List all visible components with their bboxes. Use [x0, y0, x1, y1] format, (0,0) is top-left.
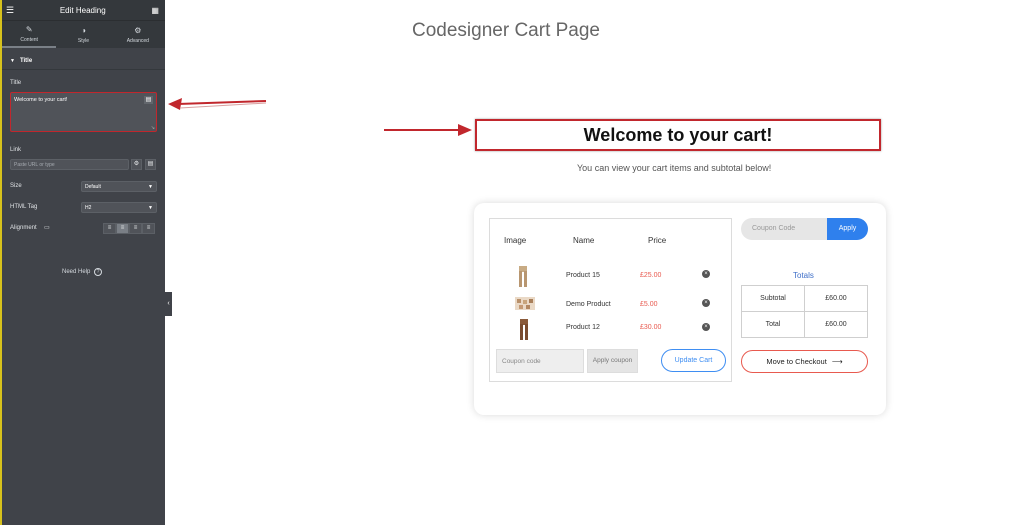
alignment-buttons: ≡ ≡ ≡ ≡ [103, 223, 155, 234]
annotation-arrow-right-icon [384, 124, 472, 136]
section-title-toggle[interactable]: ▼ Title [2, 52, 165, 70]
product-thumbnail[interactable] [516, 266, 530, 288]
tab-advanced[interactable]: ⚙ Advanced [111, 21, 165, 48]
html-tag-label: HTML Tag [10, 204, 38, 210]
product-price: £25.00 [640, 272, 662, 279]
coupon-code-input[interactable]: Coupon code [496, 349, 584, 373]
arrow-right-icon: ⟶ [831, 357, 843, 366]
product-thumbnail[interactable] [517, 319, 531, 341]
coupon-code-placeholder: Coupon code [502, 358, 541, 365]
editor-panel: ☰ Edit Heading ▦ ✎ Content ◑ Style ⚙ Adv… [0, 0, 165, 525]
cart-heading: Welcome to your cart! [583, 124, 773, 145]
tab-style[interactable]: ◑ Style [56, 21, 110, 48]
html-tag-select-value: H2 [85, 205, 92, 211]
subtotal-label: Subtotal [741, 285, 805, 312]
subtotal-value: £60.00 [804, 285, 868, 312]
half-circle-icon: ◑ [81, 25, 86, 35]
align-justify-icon[interactable]: ≡ [142, 223, 155, 234]
apply-button[interactable]: Apply [827, 218, 868, 240]
desktop-icon[interactable]: ▭ [44, 224, 50, 231]
screen: ☰ Edit Heading ▦ ✎ Content ◑ Style ⚙ Adv… [0, 0, 1024, 525]
section-title-label: Title [19, 57, 33, 64]
selected-heading-widget[interactable]: Welcome to your cart! [475, 119, 881, 151]
link-dynamic-tags-icon[interactable]: ▤ [145, 159, 156, 170]
alignment-label: Alignment [10, 225, 37, 231]
coupon-code-field-placeholder: Coupon Code [752, 225, 796, 232]
update-cart-button[interactable]: Update Cart [661, 349, 726, 372]
chevron-down-icon: ▼ [148, 184, 153, 190]
resize-handle-icon[interactable]: ↘ [151, 125, 155, 131]
panel-tabs: ✎ Content ◑ Style ⚙ Advanced [2, 20, 165, 48]
checkout-label: Move to Checkout [766, 357, 827, 366]
tab-style-label: Style [77, 37, 90, 44]
panel-header: ☰ Edit Heading ▦ [2, 0, 165, 20]
widgets-grid-icon[interactable]: ▦ [151, 6, 159, 15]
header-price: Price [648, 236, 667, 245]
help-circle-icon: ? [94, 268, 103, 276]
panel-title: Edit Heading [59, 5, 106, 15]
link-label: Link [10, 147, 22, 153]
link-input-placeholder: Paste URL or type [14, 162, 55, 168]
gear-icon: ⚙ [134, 25, 142, 35]
caret-down-icon: ▼ [10, 57, 15, 64]
collapse-panel-chevron-icon[interactable]: ‹ [165, 292, 172, 316]
link-options-gear-icon[interactable]: ⚙ [131, 159, 142, 170]
tab-advanced-label: Advanced [126, 37, 149, 44]
annotation-arrow-left-icon [168, 98, 267, 110]
product-price: £30.00 [640, 324, 662, 331]
product-name[interactable]: Product 12 [566, 324, 600, 331]
dynamic-tags-icon[interactable]: ▤ [144, 96, 153, 104]
tab-content-label: Content [20, 36, 38, 43]
totals-row: Total £60.00 [741, 311, 868, 338]
title-textarea[interactable]: Welcome to your cart! ▤ ↘ [10, 92, 157, 132]
title-textarea-value: Welcome to your cart! [14, 97, 68, 103]
remove-item-icon[interactable]: × [702, 323, 710, 331]
product-thumbnail[interactable] [515, 297, 535, 310]
hamburger-menu-icon[interactable]: ☰ [6, 5, 14, 16]
need-help-link[interactable]: Need Help ? [62, 268, 103, 276]
size-label: Size [10, 183, 22, 189]
totals-row: Subtotal £60.00 [741, 285, 868, 312]
align-left-icon[interactable]: ≡ [103, 223, 116, 234]
align-right-icon[interactable]: ≡ [129, 223, 142, 234]
header-image: Image [504, 236, 527, 245]
header-name: Name [573, 236, 595, 245]
align-center-icon[interactable]: ≡ [116, 223, 129, 234]
move-to-checkout-button[interactable]: Move to Checkout ⟶ [741, 350, 868, 373]
pencil-icon: ✎ [25, 24, 33, 34]
product-name[interactable]: Demo Product [566, 301, 611, 308]
apply-coupon-button[interactable]: Apply coupon [587, 349, 638, 373]
product-price: £5.00 [640, 301, 658, 308]
tab-content[interactable]: ✎ Content [2, 21, 57, 48]
product-name[interactable]: Product 15 [566, 272, 600, 279]
size-select[interactable]: Default ▼ [81, 181, 157, 192]
coupon-code-field[interactable]: Coupon Code [741, 218, 828, 240]
chevron-down-icon: ▼ [148, 205, 153, 211]
page-title: Codesigner Cart Page [412, 20, 600, 41]
cart-subtitle: You can view your cart items and subtota… [577, 163, 772, 173]
size-select-value: Default [85, 184, 101, 190]
link-input[interactable]: Paste URL or type [10, 159, 129, 170]
totals-table: Subtotal £60.00 Total £60.00 [741, 285, 868, 338]
total-value: £60.00 [804, 311, 868, 338]
remove-item-icon[interactable]: × [702, 299, 710, 307]
totals-title: Totals [793, 271, 814, 280]
remove-item-icon[interactable]: × [702, 270, 710, 278]
total-label: Total [741, 311, 805, 338]
html-tag-select[interactable]: H2 ▼ [81, 202, 157, 213]
title-label: Title [10, 80, 22, 86]
need-help-label: Need Help [62, 269, 91, 275]
